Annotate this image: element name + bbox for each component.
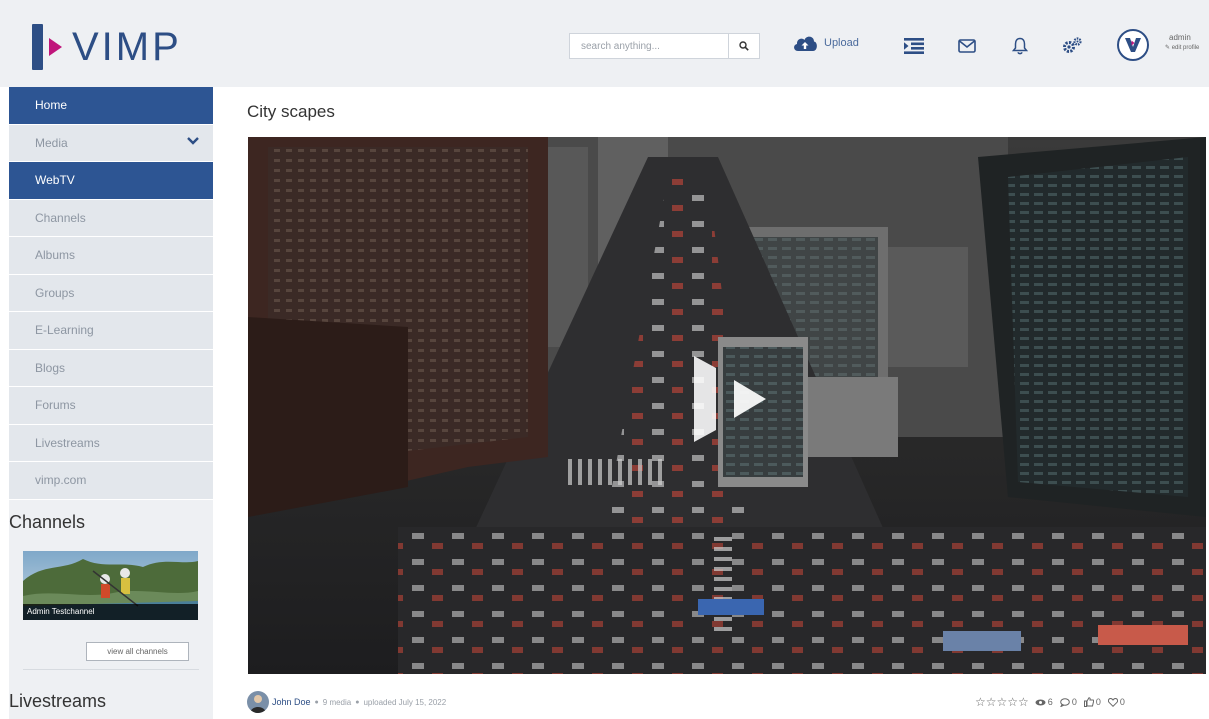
gears-icon — [1063, 37, 1082, 53]
sidebar-item-groups[interactable]: Groups — [9, 274, 213, 312]
sidebar-item-label: Blogs — [35, 360, 66, 375]
sidebar-item-label: Home — [35, 98, 68, 113]
livestreams-heading: Livestreams — [9, 691, 107, 711]
search-box — [569, 33, 760, 59]
user-avatar[interactable] — [1117, 29, 1149, 61]
media-meta: John Doe ● 9 media ● uploaded July 15, 2… — [247, 690, 446, 714]
playlist-button[interactable] — [903, 36, 925, 56]
view-all-channels-button[interactable]: view all channels — [86, 642, 189, 661]
sidebar-item-media[interactable]: Media — [9, 124, 213, 162]
channels-heading: Channels — [9, 512, 86, 532]
views-stat: 6 — [1035, 697, 1053, 707]
settings-button[interactable] — [1061, 36, 1083, 56]
sidebar-item-livestreams[interactable]: Livestreams — [9, 424, 213, 462]
media-stats: ☆☆☆☆☆ 6 0 0 0 — [975, 695, 1132, 709]
sidebar-item-label: E-Learning — [35, 323, 94, 338]
thumbs-up-icon — [1083, 697, 1094, 707]
chevron-down-icon — [187, 136, 199, 145]
user-menu[interactable]: admin ✎ edit profile — [1154, 32, 1209, 54]
search-input[interactable] — [570, 34, 728, 58]
channel-thumbnail[interactable]: Admin Testchannel — [23, 551, 198, 620]
logo-triangle-shape — [49, 38, 62, 56]
upload-button[interactable]: Upload — [792, 34, 859, 52]
rating-stars[interactable]: ☆☆☆☆☆ — [975, 695, 1029, 709]
play-icon[interactable] — [694, 356, 770, 442]
sidebar-item-label: Groups — [35, 285, 75, 300]
page-title: City scapes — [247, 102, 335, 121]
sidebar-item-label: WebTV — [35, 173, 75, 188]
author-avatar[interactable] — [247, 691, 269, 713]
comments-count: 0 — [1071, 697, 1077, 707]
sidebar-item-label: Channels — [35, 210, 86, 225]
author-link[interactable]: John Doe — [272, 697, 311, 707]
bell-icon — [1012, 37, 1028, 55]
edit-profile-label: edit profile — [1171, 45, 1200, 51]
comments-stat[interactable]: 0 — [1060, 697, 1077, 707]
author-avatar-image — [247, 691, 269, 713]
list-indent-icon — [904, 38, 924, 54]
sidebar-item-e-learning[interactable]: E-Learning — [9, 312, 213, 350]
sidebar-item-label: Forums — [35, 398, 76, 413]
logo-text: VIMP — [72, 25, 182, 69]
likes-count: 0 — [1095, 697, 1101, 707]
favorites-stat[interactable]: 0 — [1107, 697, 1125, 707]
sidebar-item-label: Media — [35, 135, 68, 150]
logo-bar-shape — [32, 24, 43, 70]
envelope-icon — [958, 39, 976, 53]
header: VIMP Upload — [0, 0, 1209, 87]
views-count: 6 — [1047, 697, 1053, 707]
sidebar-item-albums[interactable]: Albums — [9, 237, 213, 275]
vimp-logo[interactable]: VIMP — [32, 24, 182, 70]
eye-icon — [1035, 699, 1046, 705]
separator-dot: ● — [314, 698, 319, 706]
upload-date: uploaded July 15, 2022 — [363, 697, 447, 707]
sidebar-item-home[interactable]: Home — [9, 87, 213, 125]
channel-name: Admin Testchannel — [23, 604, 198, 620]
likes-stat[interactable]: 0 — [1083, 697, 1101, 707]
media-count: 9 media — [322, 697, 352, 707]
search-icon — [739, 41, 749, 51]
messages-button[interactable] — [956, 36, 978, 56]
cloud-upload-icon — [794, 36, 817, 51]
sidebar: Home Media WebTV Channels Albums Groups … — [9, 87, 213, 719]
search-button[interactable] — [728, 34, 759, 58]
notifications-button[interactable] — [1009, 36, 1031, 56]
favorites-count: 0 — [1119, 697, 1125, 707]
separator-dot: ● — [355, 698, 360, 706]
sidebar-item-label: Albums — [35, 248, 76, 263]
user-name[interactable]: admin — [1169, 32, 1209, 43]
sidebar-item-forums[interactable]: Forums — [9, 387, 213, 425]
sidebar-item-webtv[interactable]: WebTV — [9, 162, 213, 200]
sidebar-item-channels[interactable]: Channels — [9, 199, 213, 237]
vimp-v-icon — [1125, 38, 1141, 52]
sidebar-item-label: Livestreams — [35, 435, 100, 450]
heart-icon — [1107, 697, 1118, 707]
sidebar-item-blogs[interactable]: Blogs — [9, 349, 213, 387]
sidebar-divider — [23, 669, 199, 670]
sidebar-item-vimp-com[interactable]: vimp.com — [9, 462, 213, 500]
sidebar-item-label: vimp.com — [35, 473, 87, 488]
comment-icon — [1060, 697, 1070, 707]
edit-profile-link[interactable]: ✎ edit profile — [1165, 43, 1209, 54]
upload-label: Upload — [824, 37, 859, 49]
video-player[interactable] — [248, 137, 1206, 674]
